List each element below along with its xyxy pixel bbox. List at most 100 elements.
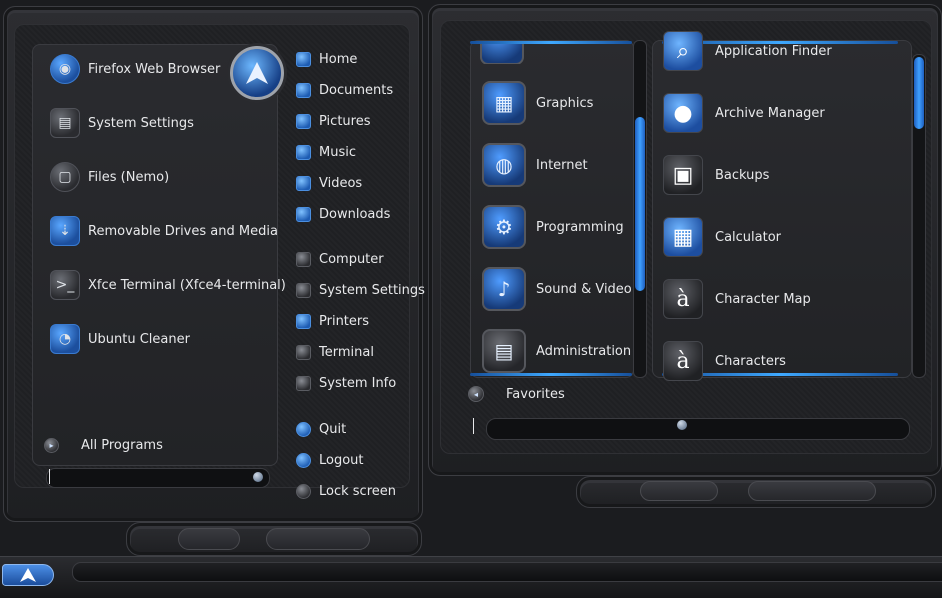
right-search-input[interactable] [486, 418, 910, 440]
pinned-app-firefox-web-browser[interactable]: ◉ Firefox Web Browser [50, 54, 220, 84]
left-search-input[interactable] [46, 468, 270, 488]
archive-manager-icon: ● [663, 93, 703, 133]
left-search-caret [49, 469, 50, 484]
category-internet-label: Internet [536, 157, 588, 173]
power-icon [296, 421, 311, 437]
session-logout[interactable]: Logout [296, 451, 364, 469]
left-dock-pill-2 [266, 528, 370, 550]
left-dock-pill-1 [178, 528, 240, 550]
place-pictures[interactable]: Pictures [296, 112, 370, 130]
place-music[interactable]: Music [296, 143, 356, 161]
right-search-caret [473, 418, 474, 434]
session-lock-screen-label: Lock screen [319, 483, 396, 499]
app-characters[interactable]: à Characters [663, 341, 786, 381]
taskbar-track [72, 562, 942, 582]
system-system-info-label: System Info [319, 375, 397, 391]
app-character-map[interactable]: à Character Map [663, 279, 811, 319]
internet-globe-icon: ◍ [482, 143, 526, 187]
app-calculator[interactable]: ▦ Calculator [663, 217, 781, 257]
pinned-app-system-settings-label: System Settings [88, 115, 194, 131]
partial-category-item[interactable] [480, 44, 534, 64]
downloads-icon [296, 206, 311, 222]
calculator-icon: ▦ [663, 217, 703, 257]
session-logout-label: Logout [319, 452, 364, 468]
pinned-app-ubuntu-cleaner-label: Ubuntu Cleaner [88, 331, 190, 347]
pinned-app-removable-drives-and-media-label: Removable Drives and Media [88, 223, 278, 239]
pinned-app-firefox-web-browser-label: Firefox Web Browser [88, 61, 221, 77]
pinned-app-files-nemo[interactable]: ▢ Files (Nemo) [50, 162, 169, 192]
partial-category-icon [480, 44, 524, 64]
system-printers-label: Printers [319, 313, 370, 329]
app-archive-manager[interactable]: ● Archive Manager [663, 93, 825, 133]
system-computer[interactable]: Computer [296, 250, 384, 268]
category-programming[interactable]: ⚙ Programming [482, 205, 624, 249]
cleaner-icon: ◔ [50, 324, 80, 354]
categories-scrollbar[interactable] [633, 40, 647, 378]
place-music-label: Music [319, 144, 356, 160]
category-internet[interactable]: ◍ Internet [482, 143, 588, 187]
system-system-settings-label: System Settings [319, 282, 425, 298]
programming-gear-icon: ⚙ [482, 205, 526, 249]
search-knob-icon [253, 472, 263, 482]
place-downloads[interactable]: Downloads [296, 205, 390, 223]
favorites-button[interactable]: ◂ Favorites [468, 384, 565, 404]
system-terminal[interactable]: Terminal [296, 343, 374, 361]
firefox-icon: ◉ [50, 54, 80, 84]
system-computer-label: Computer [319, 251, 384, 267]
category-sound-video[interactable]: ♪ Sound & Video [482, 267, 632, 311]
apps-scroll-thumb[interactable] [914, 57, 924, 129]
right-search-knob-icon [677, 420, 687, 430]
videos-icon [296, 175, 311, 191]
system-printers[interactable]: Printers [296, 312, 369, 330]
home-icon [296, 51, 311, 67]
pinned-app-system-settings[interactable]: ▤ System Settings [50, 108, 194, 138]
place-downloads-label: Downloads [319, 206, 391, 222]
app-archive-manager-label: Archive Manager [715, 105, 825, 121]
pinned-app-ubuntu-cleaner[interactable]: ◔ Ubuntu Cleaner [50, 324, 190, 354]
terminal-small-icon [296, 344, 311, 360]
apps-panel [652, 40, 912, 378]
computer-icon [296, 251, 311, 267]
system-system-info[interactable]: System Info [296, 374, 396, 392]
category-graphics-label: Graphics [536, 95, 594, 111]
arch-logo-icon [246, 62, 268, 84]
sound-video-icon: ♪ [482, 267, 526, 311]
categories-scroll-thumb[interactable] [635, 117, 645, 291]
system-terminal-label: Terminal [319, 344, 374, 360]
documents-icon [296, 82, 311, 98]
system-system-settings[interactable]: System Settings [296, 281, 425, 299]
terminal-icon: >_ [50, 270, 80, 300]
files-icon: ▢ [50, 162, 80, 192]
user-avatar[interactable] [230, 46, 284, 100]
usb-icon: ⇣ [50, 216, 80, 246]
category-administration[interactable]: ▤ Administration [482, 329, 631, 373]
place-videos[interactable]: Videos [296, 174, 362, 192]
place-home[interactable]: Home [296, 50, 357, 68]
app-characters-label: Characters [715, 353, 786, 369]
administration-icon: ▤ [482, 329, 526, 373]
apps-scrollbar[interactable] [912, 54, 926, 378]
graphics-icon: ▦ [482, 81, 526, 125]
session-quit-label: Quit [319, 421, 347, 437]
pinned-app-xfce-terminal-xfce4-terminal[interactable]: >_ Xfce Terminal (Xfce4-terminal) [50, 270, 286, 300]
pinned-app-files-nemo-label: Files (Nemo) [88, 169, 170, 185]
place-pictures-label: Pictures [319, 113, 371, 129]
place-home-label: Home [319, 51, 358, 67]
place-documents[interactable]: Documents [296, 81, 393, 99]
app-backups[interactable]: ▣ Backups [663, 155, 769, 195]
backups-icon: ▣ [663, 155, 703, 195]
place-documents-label: Documents [319, 82, 394, 98]
app-backups-label: Backups [715, 167, 770, 183]
right-dock-pill-1 [640, 481, 718, 501]
start-button[interactable] [2, 564, 54, 586]
characters-icon: à [663, 341, 703, 381]
session-lock-screen[interactable]: Lock screen [296, 482, 396, 500]
app-application-finder[interactable]: ⌕ Application Finder [663, 31, 832, 71]
all-programs-button[interactable]: ▸ All Programs [44, 436, 163, 454]
app-application-finder-label: Application Finder [715, 43, 832, 59]
pinned-app-removable-drives-and-media[interactable]: ⇣ Removable Drives and Media [50, 216, 278, 246]
category-graphics[interactable]: ▦ Graphics [482, 81, 594, 125]
chevron-left-icon: ◂ [468, 386, 484, 402]
character-map-icon: à [663, 279, 703, 319]
session-quit[interactable]: Quit [296, 420, 346, 438]
